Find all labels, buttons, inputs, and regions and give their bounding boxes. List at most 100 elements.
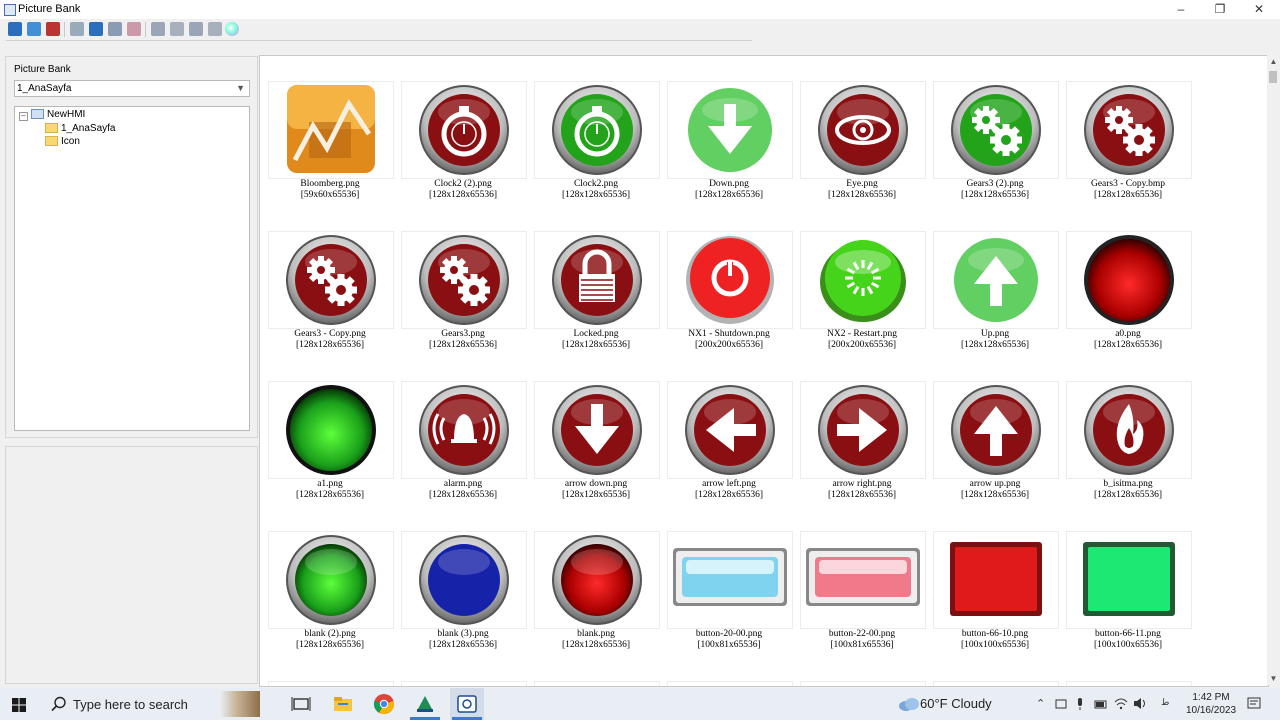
taskbar: Type here to search 60°F Cloudy ⌃ ط 1:42…: [0, 688, 1280, 720]
picture-tile[interactable]: [401, 381, 527, 479]
gears-red-icon: [1084, 85, 1174, 175]
refresh-icon[interactable]: [70, 22, 84, 36]
tree-item-icon[interactable]: Icon: [45, 136, 80, 148]
remove-icon[interactable]: [127, 22, 141, 36]
picture-size: [100x100x65536]: [1093, 640, 1163, 650]
picture-tile[interactable]: [534, 231, 660, 329]
picture-tile[interactable]: [534, 531, 660, 629]
open-icon[interactable]: [8, 22, 22, 36]
chrome-icon[interactable]: [373, 693, 395, 715]
color-icon[interactable]: [225, 22, 239, 36]
language-icon[interactable]: ط: [1161, 697, 1169, 708]
picture-size: [128x128x65536]: [428, 490, 498, 500]
picture-tile[interactable]: [1066, 231, 1192, 329]
picture-tile-partial[interactable]: [933, 681, 1059, 686]
picture-bank-task-icon[interactable]: [456, 693, 478, 715]
rows-icon[interactable]: [208, 22, 222, 36]
meet-now-icon[interactable]: [1055, 698, 1067, 710]
picture-tile[interactable]: [401, 231, 527, 329]
picture-tile-partial[interactable]: [401, 681, 527, 686]
scroll-down-icon[interactable]: ▼: [1267, 672, 1280, 685]
add-picture-icon[interactable]: [27, 22, 41, 36]
picture-size: [200x200x65536]: [694, 340, 764, 350]
picture-tile[interactable]: [1066, 381, 1192, 479]
picture-tile[interactable]: [268, 381, 394, 479]
picture-tile[interactable]: [933, 381, 1059, 479]
picture-size: [128x128x65536]: [694, 190, 764, 200]
picture-tile[interactable]: [1066, 81, 1192, 179]
minimize-button[interactable]: –: [1162, 0, 1200, 19]
picture-tile[interactable]: [800, 531, 926, 629]
chevron-up-icon[interactable]: ⌃: [1036, 697, 1045, 710]
close-button[interactable]: ✕: [1240, 0, 1278, 19]
tree-item-label: 1_AnaSayfa: [61, 123, 116, 134]
picture-name: arrow right.png: [832, 479, 892, 489]
taskbar-clock[interactable]: 1:42 PM 10/16/2023: [1180, 691, 1242, 717]
stopwatch-green-icon: [552, 85, 642, 175]
picture-tile[interactable]: [667, 231, 793, 329]
picture-size: [128x128x65536]: [561, 190, 631, 200]
task-view-icon[interactable]: [290, 693, 312, 715]
windows-start-icon[interactable]: [12, 698, 26, 712]
picture-tile[interactable]: [800, 381, 926, 479]
align-left-icon[interactable]: [151, 22, 165, 36]
tree-root-label: NewHMI: [47, 109, 86, 120]
chevron-down-icon[interactable]: ▼: [236, 81, 245, 96]
picture-tile-partial[interactable]: [268, 681, 394, 686]
microphone-icon[interactable]: [1075, 697, 1085, 711]
file-explorer-icon[interactable]: [332, 693, 354, 715]
weather-text[interactable]: 60°F Cloudy: [920, 696, 992, 711]
wifi-icon[interactable]: [1114, 697, 1128, 710]
picture-tile[interactable]: [933, 531, 1059, 629]
arrow-up-red-icon: [951, 385, 1041, 475]
picture-tile-partial[interactable]: [667, 681, 793, 686]
tree-item-anasayfa[interactable]: 1_AnaSayfa: [45, 123, 116, 135]
battery-icon[interactable]: [1094, 698, 1108, 710]
tree-collapse-icon[interactable]: –: [19, 112, 28, 121]
taskbar-search-box[interactable]: Type here to search: [40, 688, 260, 720]
picture-tile[interactable]: [534, 381, 660, 479]
picture-tile[interactable]: [1066, 531, 1192, 629]
arrow-right-red-icon: [818, 385, 908, 475]
tree-item-root[interactable]: NewHMI: [31, 109, 85, 121]
picture-tile[interactable]: [800, 231, 926, 329]
picture-tile[interactable]: [268, 531, 394, 629]
picture-tile[interactable]: [401, 531, 527, 629]
page-select[interactable]: 1_AnaSayfa ▼: [14, 80, 250, 97]
scroll-up-icon[interactable]: ▲: [1267, 55, 1280, 68]
picture-tile-partial[interactable]: [1066, 681, 1192, 686]
picture-tile[interactable]: [401, 81, 527, 179]
up-arrow-green-icon: [954, 238, 1038, 322]
picture-tile[interactable]: [667, 381, 793, 479]
picture-name: NX2 - Restart.png: [827, 329, 897, 339]
picture-tile-partial[interactable]: [800, 681, 926, 686]
notification-icon[interactable]: [1247, 697, 1261, 711]
columns-icon[interactable]: [189, 22, 203, 36]
picture-size: [128x128x65536]: [561, 340, 631, 350]
volume-icon[interactable]: [1133, 697, 1147, 710]
picture-tile[interactable]: [800, 81, 926, 179]
picture-tile[interactable]: [667, 81, 793, 179]
scroll-thumb[interactable]: [1269, 71, 1277, 83]
cloudy-weather-icon[interactable]: [898, 697, 920, 711]
picture-tile-partial[interactable]: [534, 681, 660, 686]
resize-icon[interactable]: [170, 22, 184, 36]
restore-button[interactable]: ❐: [1201, 0, 1239, 19]
app-icon: [4, 4, 16, 16]
picture-tile[interactable]: [933, 81, 1059, 179]
delete-picture-icon[interactable]: [46, 22, 60, 36]
picture-tile[interactable]: [534, 81, 660, 179]
export-icon[interactable]: [108, 22, 122, 36]
hmi-designer-icon[interactable]: [414, 693, 436, 715]
picture-size: [100x81x65536]: [697, 640, 761, 650]
vertical-scrollbar[interactable]: ▲ ▼: [1267, 55, 1280, 685]
arrow-down-red-icon: [552, 385, 642, 475]
picture-name: Up.png: [980, 329, 1010, 339]
picture-tile[interactable]: [268, 231, 394, 329]
import-icon[interactable]: [89, 22, 103, 36]
picture-tile[interactable]: [667, 531, 793, 629]
picture-tile[interactable]: [933, 231, 1059, 329]
bloomberg-chart-icon: [287, 85, 375, 173]
picture-tile[interactable]: [268, 81, 394, 179]
picture-grid: Bloomberg.png [59x60x65536] Clock2 (2).pn…: [259, 55, 1269, 687]
